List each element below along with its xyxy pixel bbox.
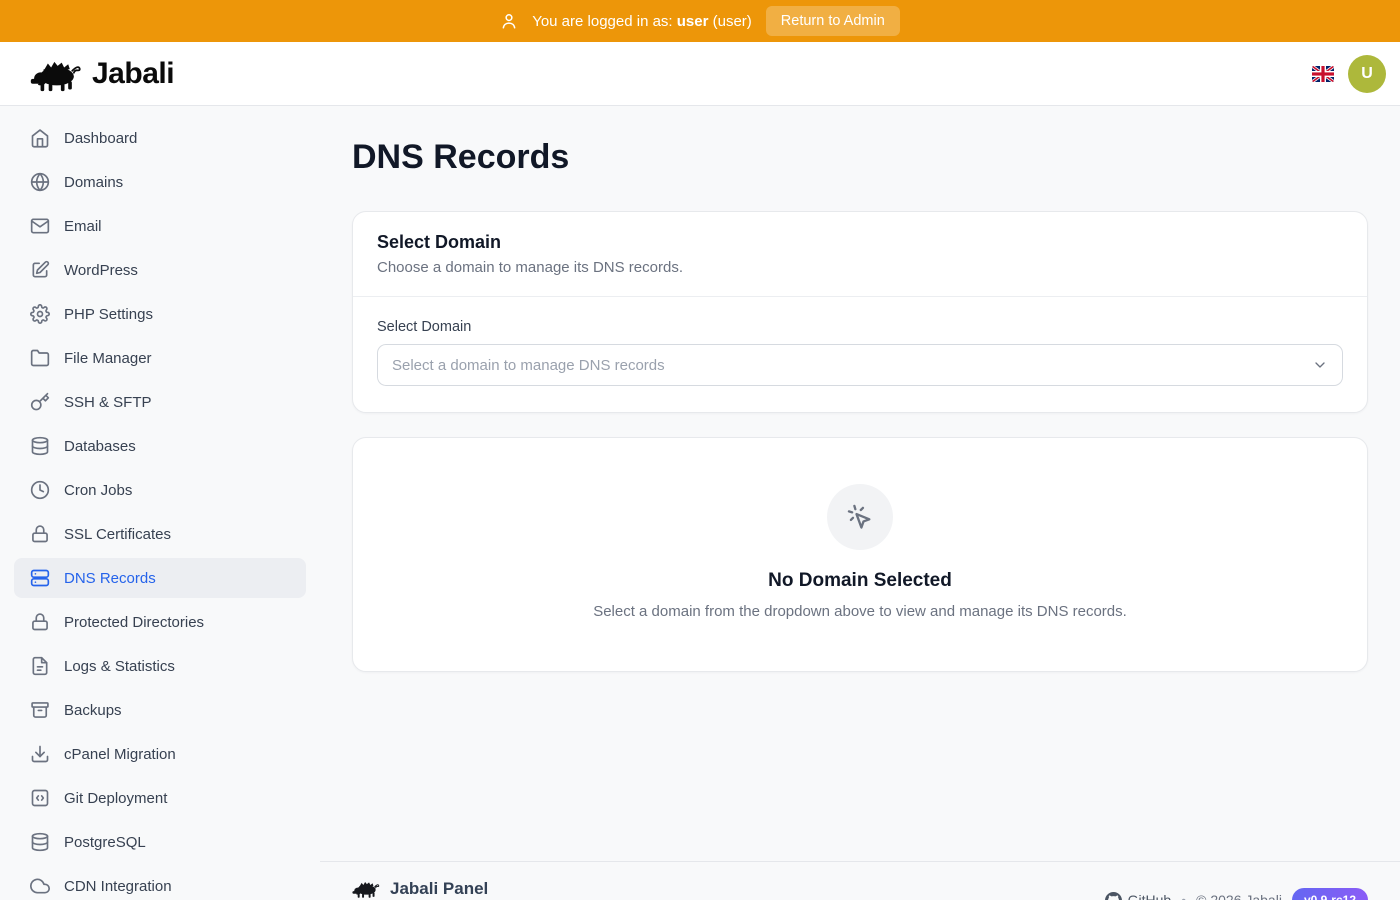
sidebar-item-label: SSL Certificates bbox=[64, 526, 171, 543]
gear-icon bbox=[30, 304, 50, 324]
person-icon bbox=[500, 12, 518, 30]
empty-state-card: No Domain Selected Select a domain from … bbox=[352, 437, 1368, 672]
github-icon bbox=[1105, 892, 1122, 900]
domain-select-label: Select Domain bbox=[377, 319, 1343, 335]
folder-icon bbox=[30, 348, 50, 368]
cursor-click-icon bbox=[846, 503, 874, 531]
impersonation-message: You are logged in as: user (user) bbox=[532, 13, 752, 30]
select-domain-card-header: Select Domain Choose a domain to manage … bbox=[353, 212, 1367, 297]
lock-icon bbox=[30, 612, 50, 632]
clock-icon bbox=[30, 480, 50, 500]
sidebar-item-label: Backups bbox=[64, 702, 122, 719]
sidebar-item-postgresql[interactable]: PostgreSQL bbox=[14, 822, 306, 862]
globe-icon bbox=[30, 172, 50, 192]
sidebar-item-label: Domains bbox=[64, 174, 123, 191]
mail-icon bbox=[30, 216, 50, 236]
app-root: You are logged in as: user (user) Return… bbox=[0, 0, 1400, 900]
sidebar-item-logs-statistics[interactable]: Logs & Statistics bbox=[14, 646, 306, 686]
sidebar-item-label: DNS Records bbox=[64, 570, 156, 587]
sidebar-item-label: SSH & SFTP bbox=[64, 394, 152, 411]
key-icon bbox=[30, 392, 50, 412]
sidebar-item-label: Git Deployment bbox=[64, 790, 167, 807]
boar-logo-icon bbox=[30, 55, 82, 93]
empty-state-title: No Domain Selected bbox=[377, 570, 1343, 592]
github-label: GitHub bbox=[1128, 892, 1172, 900]
cloud-icon bbox=[30, 876, 50, 896]
header-actions: U bbox=[1312, 55, 1386, 93]
sidebar-item-label: File Manager bbox=[64, 350, 152, 367]
empty-state-icon-wrap bbox=[827, 484, 893, 550]
footer-brand: Jabali Panel bbox=[352, 862, 488, 899]
sidebar-item-wordpress[interactable]: WordPress bbox=[14, 250, 306, 290]
impersonated-role: (user) bbox=[713, 13, 752, 30]
database-icon bbox=[30, 436, 50, 456]
select-domain-card-title: Select Domain bbox=[377, 232, 1343, 253]
sidebar-item-label: Email bbox=[64, 218, 102, 235]
body-row: Dashboard Domains Email WordPress PHP Settin… bbox=[0, 106, 1400, 900]
sidebar-item-domains[interactable]: Domains bbox=[14, 162, 306, 202]
impersonation-banner: You are logged in as: user (user) Return… bbox=[0, 0, 1400, 42]
home-icon bbox=[30, 128, 50, 148]
sidebar-item-label: WordPress bbox=[64, 262, 138, 279]
sidebar-item-label: Dashboard bbox=[64, 130, 137, 147]
footer-copyright: © 2026 Jabali bbox=[1196, 892, 1282, 900]
sidebar-item-dns-records[interactable]: DNS Records bbox=[14, 558, 306, 598]
server-icon bbox=[30, 568, 50, 588]
version-badge: v0.9-rc12 bbox=[1292, 888, 1368, 900]
brand-name: Jabali bbox=[92, 57, 174, 91]
lock-icon bbox=[30, 524, 50, 544]
select-domain-card: Select Domain Choose a domain to manage … bbox=[352, 211, 1368, 413]
sidebar-item-label: cPanel Migration bbox=[64, 746, 176, 763]
sidebar-item-label: Logs & Statistics bbox=[64, 658, 175, 675]
sidebar-item-backups[interactable]: Backups bbox=[14, 690, 306, 730]
select-domain-card-subtitle: Choose a domain to manage its DNS record… bbox=[377, 259, 1343, 276]
sidebar-item-cdn-integration[interactable]: CDN Integration bbox=[14, 866, 306, 900]
pen-icon bbox=[30, 260, 50, 280]
sidebar-item-ssl-certificates[interactable]: SSL Certificates bbox=[14, 514, 306, 554]
select-domain-card-body: Select Domain Select a domain to manage … bbox=[353, 297, 1367, 412]
return-to-admin-button[interactable]: Return to Admin bbox=[766, 6, 900, 36]
app-footer: Jabali Panel GitHub • © 2026 Jabali v0.9… bbox=[320, 861, 1400, 900]
sidebar-item-cron-jobs[interactable]: Cron Jobs bbox=[14, 470, 306, 510]
impersonated-username: user bbox=[677, 13, 709, 30]
github-link[interactable]: GitHub bbox=[1105, 892, 1172, 900]
sidebar-item-dashboard[interactable]: Dashboard bbox=[14, 118, 306, 158]
download-icon bbox=[30, 744, 50, 764]
sidebar-item-label: PostgreSQL bbox=[64, 834, 146, 851]
database-icon bbox=[30, 832, 50, 852]
sidebar-item-label: Cron Jobs bbox=[64, 482, 132, 499]
sidebar-item-databases[interactable]: Databases bbox=[14, 426, 306, 466]
app-header: Jabali U bbox=[0, 42, 1400, 106]
sidebar-item-cpanel-migration[interactable]: cPanel Migration bbox=[14, 734, 306, 774]
domain-select-dropdown[interactable]: Select a domain to manage DNS records bbox=[377, 344, 1343, 386]
chevron-down-icon bbox=[1312, 357, 1328, 373]
language-flag-icon[interactable] bbox=[1312, 66, 1334, 82]
empty-state-description: Select a domain from the dropdown above … bbox=[590, 601, 1130, 623]
sidebar-item-label: Databases bbox=[64, 438, 136, 455]
sidebar-nav: Dashboard Domains Email WordPress PHP Settin… bbox=[0, 106, 320, 900]
archive-icon bbox=[30, 700, 50, 720]
sidebar-item-email[interactable]: Email bbox=[14, 206, 306, 246]
footer-meta: GitHub • © 2026 Jabali v0.9-rc12 bbox=[1105, 862, 1368, 900]
page-title: DNS Records bbox=[352, 138, 1368, 177]
file-icon bbox=[30, 656, 50, 676]
main-content: DNS Records Select Domain Choose a domai… bbox=[320, 106, 1400, 900]
sidebar-item-php-settings[interactable]: PHP Settings bbox=[14, 294, 306, 334]
sidebar-item-label: PHP Settings bbox=[64, 306, 153, 323]
sidebar-item-label: CDN Integration bbox=[64, 878, 172, 895]
sidebar-item-label: Protected Directories bbox=[64, 614, 204, 631]
user-avatar[interactable]: U bbox=[1348, 55, 1386, 93]
domain-select-placeholder: Select a domain to manage DNS records bbox=[392, 357, 665, 374]
sidebar-item-git-deployment[interactable]: Git Deployment bbox=[14, 778, 306, 818]
sidebar-item-ssh-sftp[interactable]: SSH & SFTP bbox=[14, 382, 306, 422]
sidebar-item-protected-directories[interactable]: Protected Directories bbox=[14, 602, 306, 642]
code-icon bbox=[30, 788, 50, 808]
footer-brand-name: Jabali Panel bbox=[390, 879, 488, 899]
boar-footer-icon bbox=[352, 878, 380, 899]
brand-logo[interactable]: Jabali bbox=[30, 55, 174, 93]
sidebar-item-file-manager[interactable]: File Manager bbox=[14, 338, 306, 378]
footer-separator: • bbox=[1181, 892, 1186, 900]
